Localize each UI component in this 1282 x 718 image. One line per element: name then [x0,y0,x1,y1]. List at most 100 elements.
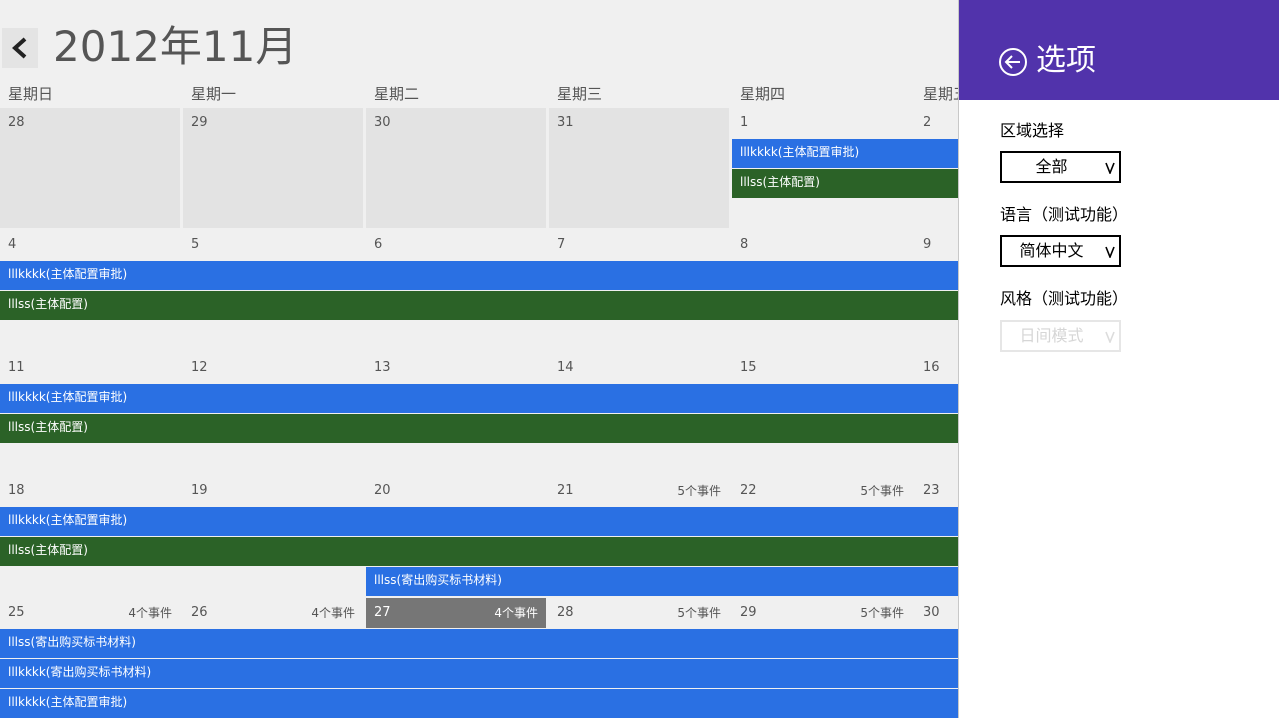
day-number: 22 [740,483,757,498]
event-count[interactable]: 4个事件 [128,598,172,628]
day-cell-header: 15 [732,353,912,383]
day-number: 16 [923,360,940,375]
day-cell[interactable]: 19 [183,476,363,596]
day-cell[interactable]: 2 [915,108,958,228]
day-number: 9 [923,237,932,252]
previous-month-button[interactable] [2,28,38,68]
day-cell[interactable]: 5 [183,230,363,350]
event-count[interactable]: 4个事件 [311,598,355,628]
day-cell-header: 30 [366,108,546,138]
day-cell[interactable]: 13 [366,353,546,473]
options-title: 选项 [1036,43,1096,78]
event-bar[interactable]: lllkkkk(主体配置审批) [0,384,958,413]
day-cell[interactable]: 9 [915,230,958,350]
day-number: 30 [374,115,391,130]
day-cell-header: 11 [0,353,180,383]
style-select: 日间模式 [1000,320,1121,352]
day-number: 13 [374,360,391,375]
language-label: 语言（测试功能） [1000,205,1129,224]
style-select-value: 日间模式 [1019,326,1084,345]
day-cell-header: 21 5个事件 [549,476,729,506]
event-count[interactable]: 5个事件 [860,476,904,506]
day-number: 7 [557,237,566,252]
event-bar[interactable]: lllss(寄出购买标书材料) [0,629,958,658]
event-count[interactable]: 5个事件 [677,598,721,628]
day-cell-header: 14 [549,353,729,383]
event-bar[interactable]: lllkkkk(主体配置审批) [0,261,958,290]
day-cell-header: 23 [915,476,958,506]
day-cell[interactable]: 6 [366,230,546,350]
day-number: 21 [557,483,574,498]
options-panel: 选项 区域选择 全部 语言（测试功能） 简体中文 风格（测试功能） 日间模式 [958,0,1282,718]
day-cell-header: 20 [366,476,546,506]
day-cell-header: 4 [0,230,180,260]
day-cell-header: 28 [0,108,180,138]
day-cell-header: 9 [915,230,958,260]
language-select-value: 简体中文 [1019,241,1084,260]
day-cell-header: 26 4个事件 [183,598,363,628]
day-number: 6 [374,237,383,252]
day-number: 31 [557,115,574,130]
day-number: 29 [191,115,208,130]
day-cell[interactable]: 31 [549,108,729,228]
day-cell-header: 7 [549,230,729,260]
day-number: 8 [740,237,749,252]
day-cell-header: 5 [183,230,363,260]
day-cell-header: 29 5个事件 [732,598,912,628]
event-bar[interactable]: lllkkkk(主体配置审批) [0,689,958,718]
chevron-down-icon [1105,246,1115,258]
day-cell[interactable]: 8 [732,230,912,350]
day-cell-header: 12 [183,353,363,383]
options-header: 选项 [959,0,1279,100]
day-cell-header: 22 5个事件 [732,476,912,506]
day-cell-header: 8 [732,230,912,260]
day-number: 11 [8,360,25,375]
day-cell[interactable]: 30 [366,108,546,228]
day-cell[interactable]: 28 [0,108,180,228]
event-bar[interactable]: lllkkkk(主体配置审批) [732,139,958,168]
day-cell[interactable]: 12 [183,353,363,473]
weekday-label: 星期四 [740,85,786,103]
event-bar[interactable]: lllkkkk(寄出购买标书材料) [0,659,958,688]
event-bar[interactable]: lllss(主体配置) [732,169,958,198]
day-cell-header: 16 [915,353,958,383]
event-bar[interactable]: lllss(主体配置) [0,414,958,443]
event-count[interactable]: 4个事件 [494,598,538,628]
event-bar[interactable]: lllss(主体配置) [0,537,958,566]
weekday-label: 星期五 [923,85,958,103]
day-number: 12 [191,360,208,375]
event-bar[interactable]: lllss(寄出购买标书材料) [366,567,958,596]
day-cell-header: 27 4个事件 [366,598,546,628]
weekday-label: 星期二 [374,85,420,103]
event-count[interactable]: 5个事件 [677,476,721,506]
event-count[interactable]: 5个事件 [860,598,904,628]
day-cell[interactable]: 4 [0,230,180,350]
day-cell[interactable]: 16 [915,353,958,473]
day-cell[interactable]: 14 [549,353,729,473]
day-cell-header: 31 [549,108,729,138]
region-select-value: 全部 [1035,157,1068,176]
day-cell[interactable]: 15 [732,353,912,473]
weekday-label: 星期一 [191,85,237,103]
weekday-label: 星期三 [557,85,603,103]
day-cell-header: 18 [0,476,180,506]
day-cell[interactable]: 29 [183,108,363,228]
day-cell[interactable]: 7 [549,230,729,350]
day-number: 23 [923,483,940,498]
day-number: 18 [8,483,25,498]
event-bar[interactable]: lllss(主体配置) [0,291,958,320]
region-select[interactable]: 全部 [1000,151,1121,183]
day-cell[interactable]: 18 [0,476,180,596]
region-label: 区域选择 [1000,121,1065,140]
day-number: 28 [557,605,574,620]
circle-arrow-left-icon[interactable] [998,47,1028,77]
event-bar[interactable]: lllkkkk(主体配置审批) [0,507,958,536]
chevron-down-icon [1105,331,1115,343]
day-cell-header: 2 [915,108,958,138]
style-label: 风格（测试功能） [1000,289,1129,308]
language-select[interactable]: 简体中文 [1000,235,1121,267]
day-cell[interactable]: 11 [0,353,180,473]
day-cell[interactable]: 1 [732,108,912,228]
chevron-left-icon [12,37,27,59]
day-number: 30 [923,605,940,620]
